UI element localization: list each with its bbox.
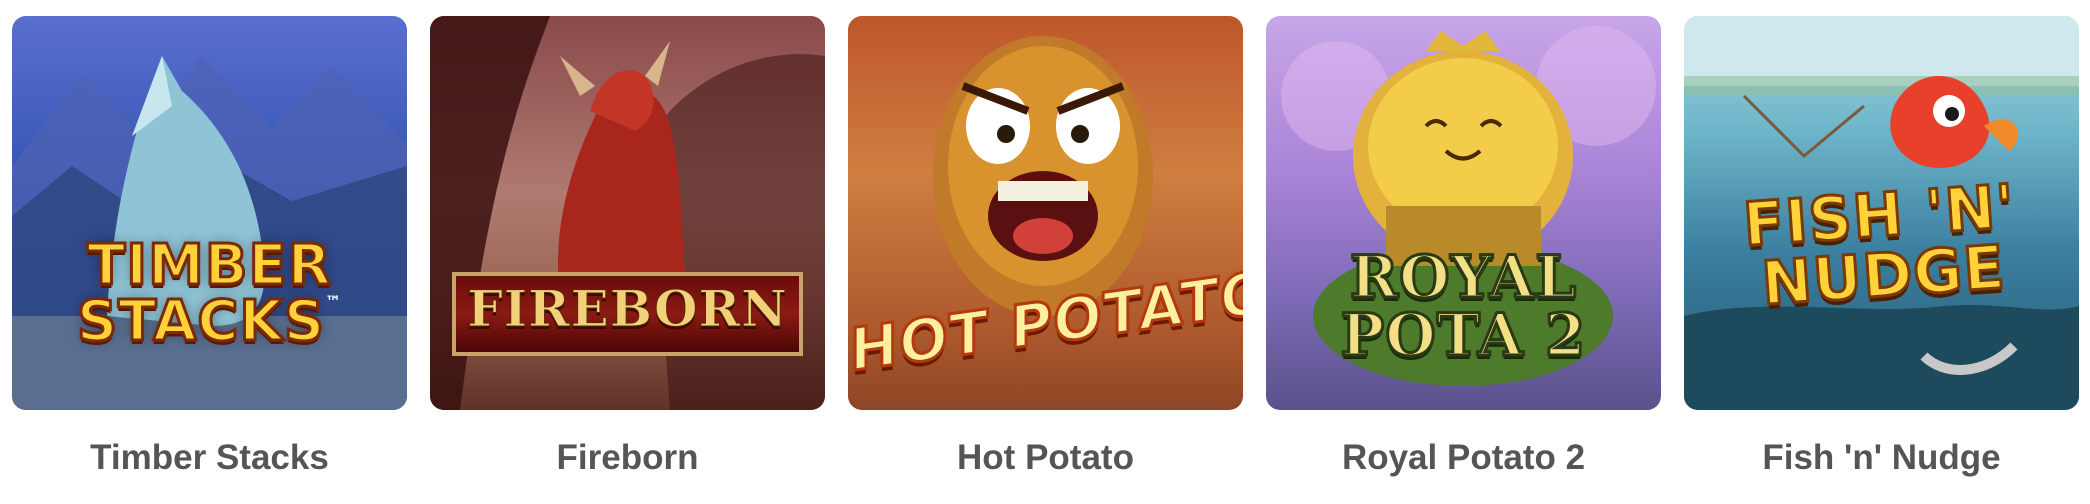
game-title[interactable]: Timber Stacks — [90, 438, 329, 478]
game-logo: ROYAL POTA 2 — [1339, 243, 1587, 369]
game-card-fish-n-nudge[interactable]: FISH 'N' NUDGE Fish 'n' Nudge — [1684, 16, 2079, 478]
game-thumbnail[interactable]: FISH 'N' NUDGE — [1684, 16, 2079, 410]
game-thumbnail[interactable]: HOT POTATO! — [848, 16, 1243, 410]
game-thumbnail[interactable]: ROYAL POTA 2 — [1266, 16, 1661, 410]
game-thumbnail[interactable]: TIMBER STACKS™ — [12, 16, 407, 410]
game-logo: FIREBORN — [467, 279, 788, 338]
game-card-fireborn[interactable]: FIREBORN Fireborn — [430, 16, 825, 478]
game-title[interactable]: Hot Potato — [957, 438, 1134, 478]
game-card-royal-potato-2[interactable]: ROYAL POTA 2 Royal Potato 2 — [1266, 16, 1661, 478]
game-thumbnail[interactable]: FIREBORN — [430, 16, 825, 410]
game-title[interactable]: Fireborn — [557, 438, 699, 478]
game-title[interactable]: Fish 'n' Nudge — [1762, 438, 2000, 478]
game-logo: TIMBER STACKS™ — [75, 233, 343, 354]
game-title[interactable]: Royal Potato 2 — [1342, 438, 1585, 478]
game-card-hot-potato[interactable]: HOT POTATO! Hot Potato — [848, 16, 1243, 478]
game-grid: TIMBER STACKS™ Timber Stacks FIREBORN Fi… — [12, 16, 2079, 478]
game-card-timber-stacks[interactable]: TIMBER STACKS™ Timber Stacks — [12, 16, 407, 478]
